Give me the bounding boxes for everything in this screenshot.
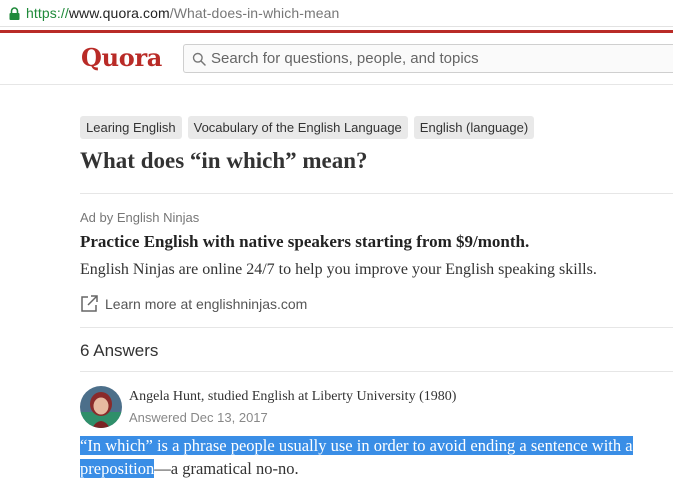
topic-tag-vocabulary[interactable]: Vocabulary of the English Language [187,116,408,139]
answers-count: 6 Answers [80,341,159,360]
answer-date[interactable]: Answered Dec 13, 2017 [129,410,268,425]
selected-text: “In which” is a phrase people usually us… [80,436,633,455]
search-input[interactable] [211,50,651,67]
ad-link[interactable]: Learn more at englishninjas.com [80,294,307,313]
divider [80,327,673,328]
search-icon [192,52,206,66]
search-box[interactable] [183,44,673,73]
topic-tag-english-language[interactable]: English (language) [413,116,535,139]
ad-title[interactable]: Practice English with native speakers st… [80,232,529,252]
url-text[interactable]: https://www.quora.com/What-does-in-which… [26,5,339,21]
browser-address-bar[interactable]: https://www.quora.com/What-does-in-which… [0,0,673,27]
topic-tags: Learing English Vocabulary of the Englis… [80,116,535,139]
external-link-icon [81,295,98,312]
selected-text: preposition [80,459,155,478]
question-title[interactable]: What does “in which” mean? [80,148,368,174]
avatar[interactable] [80,386,122,428]
answer-author[interactable]: Angela Hunt, studied English at Liberty … [129,389,456,405]
ad-label: Ad by English Ninjas [80,210,200,225]
quora-logo[interactable]: Quora [81,43,162,72]
ad-link-text[interactable]: Learn more at englishninjas.com [105,296,307,312]
divider [80,193,673,194]
topic-tag-learing-english[interactable]: Learing English [80,116,182,139]
answer-body: “In which” is a phrase people usually us… [80,434,673,480]
divider [80,371,673,372]
answer-text-rest: —a gramatical no-no. [154,459,299,478]
site-header: Quora [0,33,673,85]
ad-description: English Ninjas are online 24/7 to help y… [80,261,597,278]
lock-icon [9,6,20,20]
